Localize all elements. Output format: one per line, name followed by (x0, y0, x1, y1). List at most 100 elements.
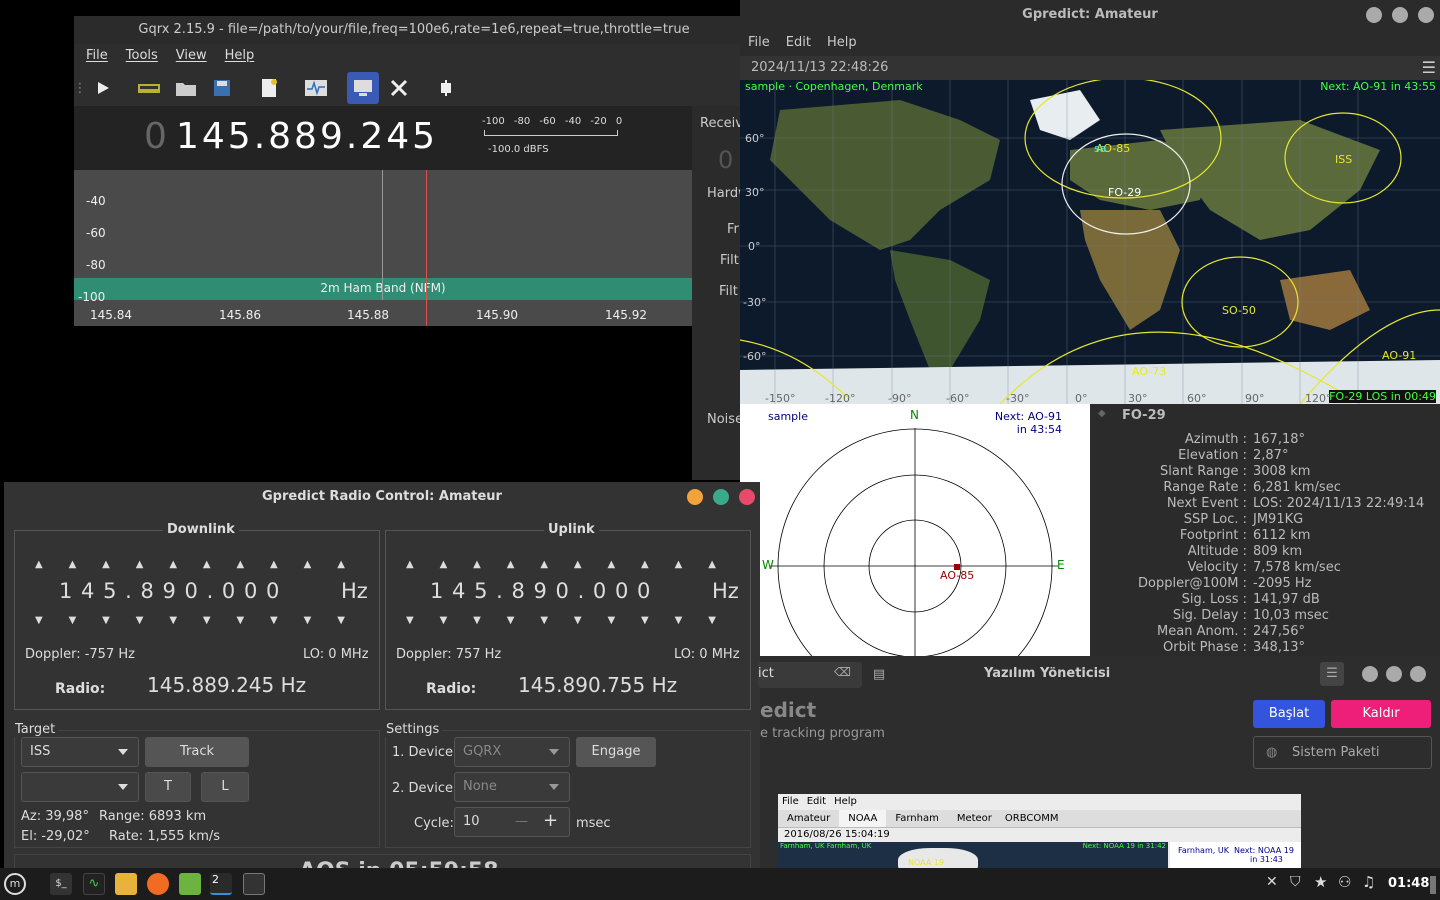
downlink-down-arrows[interactable]: ▼ ▼ ▼ ▼ ▼ ▼ ▼ ▼ ▼ ▼ (35, 615, 345, 626)
digit-up-icon[interactable]: ▲ (337, 559, 345, 570)
menu-tools[interactable]: Tools (126, 44, 158, 68)
menu-file[interactable]: File (748, 30, 770, 56)
bookmark-icon[interactable] (254, 73, 284, 103)
demod-marker[interactable] (426, 170, 427, 326)
digit-down-icon[interactable]: ▼ (507, 615, 515, 626)
polar-sat-label[interactable]: AO-85 (940, 569, 974, 582)
digit-up-icon[interactable]: ▲ (607, 559, 615, 570)
menu-edit[interactable]: Edit (786, 30, 811, 56)
cycle-spinner[interactable]: 10 — + (454, 807, 570, 837)
digit-down-icon[interactable]: ▼ (540, 615, 548, 626)
start-button[interactable]: Başlat (1253, 700, 1325, 728)
settings-tools-icon[interactable] (384, 73, 414, 103)
digit-up-icon[interactable]: ▲ (641, 559, 649, 570)
menu-view[interactable]: View (176, 44, 207, 68)
digit-down-icon[interactable]: ▼ (69, 615, 77, 626)
minimize-button[interactable] (1366, 7, 1382, 23)
digit-down-icon[interactable]: ▼ (236, 615, 244, 626)
spectrum-icon[interactable] (301, 73, 331, 103)
digit-down-icon[interactable]: ▼ (102, 615, 110, 626)
digit-up-icon[interactable]: ▲ (440, 559, 448, 570)
digit-down-icon[interactable]: ▼ (574, 615, 582, 626)
digit-down-icon[interactable]: ▼ (270, 615, 278, 626)
sat-label-ao73[interactable]: AO-73 (1132, 365, 1166, 378)
digit-down-icon[interactable]: ▼ (440, 615, 448, 626)
digit-down-icon[interactable]: ▼ (641, 615, 649, 626)
digit-up-icon[interactable]: ▲ (574, 559, 582, 570)
list-icon[interactable]: ▤ (866, 662, 892, 688)
close-button[interactable] (739, 489, 755, 505)
hamburger-menu-icon[interactable]: ☰ (1320, 662, 1344, 686)
digit-up-icon[interactable]: ▲ (203, 559, 211, 570)
spreadsheet-icon[interactable] (179, 873, 201, 895)
open-folder-icon[interactable] (171, 73, 201, 103)
menu-help[interactable]: Help (225, 44, 255, 68)
pass-select[interactable] (21, 772, 139, 802)
spectrum-plot[interactable]: -40 -60 -80 2m Ham Band (NFM) -100 145.8… (74, 170, 692, 326)
close-icon[interactable]: ✕ (1266, 874, 1278, 890)
digit-down-icon[interactable]: ▼ (675, 615, 683, 626)
firefox-icon[interactable] (147, 873, 169, 895)
menu-file[interactable]: File (86, 44, 108, 68)
clear-icon[interactable]: ⌫ (834, 665, 851, 679)
digit-up-icon[interactable]: ▲ (102, 559, 110, 570)
shield-icon[interactable]: ⛉ (1290, 874, 1301, 890)
workspace-icon[interactable]: 2 (210, 873, 232, 895)
save-icon[interactable] (207, 73, 237, 103)
minimize-button[interactable] (687, 489, 703, 505)
engage-button[interactable]: Engage (576, 737, 656, 767)
digit-up-icon[interactable]: ▲ (473, 559, 481, 570)
digit-down-icon[interactable]: ▼ (136, 615, 144, 626)
digit-down-icon[interactable]: ▼ (203, 615, 211, 626)
digit-down-icon[interactable]: ▼ (35, 615, 43, 626)
digit-down-icon[interactable]: ▼ (169, 615, 177, 626)
minimize-button[interactable] (1362, 666, 1378, 682)
digit-down-icon[interactable]: ▼ (607, 615, 615, 626)
uplink-up-arrows[interactable]: ▲ ▲ ▲ ▲ ▲ ▲ ▲ ▲ ▲ ▲ (406, 559, 716, 570)
frequency-value[interactable]: 145.889.245 (176, 116, 438, 157)
digit-up-icon[interactable]: ▲ (675, 559, 683, 570)
digit-down-icon[interactable]: ▼ (473, 615, 481, 626)
digit-up-icon[interactable]: ▲ (136, 559, 144, 570)
star-icon[interactable]: ★ (1314, 873, 1327, 891)
track-button[interactable]: Track (145, 737, 249, 767)
system-monitor-icon[interactable]: ∿ (83, 873, 105, 895)
frequency-display[interactable]: 0 145.889.245 -100 -80 -60 -40 -20 0 -10… (74, 106, 692, 170)
digit-up-icon[interactable]: ▲ (35, 559, 43, 570)
remote-control-icon[interactable] (347, 72, 379, 104)
music-icon[interactable]: ♫ (1362, 873, 1375, 891)
t-button[interactable]: T (145, 772, 191, 802)
maximize-button[interactable] (1392, 7, 1408, 23)
play-icon[interactable] (88, 73, 118, 103)
search-input[interactable]: ict ⌫ (758, 662, 862, 688)
digit-up-icon[interactable]: ▲ (540, 559, 548, 570)
collapse-icon[interactable]: ◆ (1098, 408, 1106, 419)
downlink-up-arrows[interactable]: ▲ ▲ ▲ ▲ ▲ ▲ ▲ ▲ ▲ ▲ (35, 559, 345, 570)
digit-down-icon[interactable]: ▼ (708, 615, 716, 626)
show-desktop-button[interactable] (1430, 876, 1436, 894)
sat-label-fo29[interactable]: FO-29 (1108, 186, 1141, 199)
world-map[interactable]: sample · Copenhagen, Denmark Next: AO-91… (740, 80, 1440, 404)
files-icon[interactable] (115, 873, 137, 895)
digit-up-icon[interactable]: ▲ (406, 559, 414, 570)
fullscreen-icon[interactable] (431, 73, 461, 103)
polar-view[interactable]: sample Next: AO-91 in 43:54 N E W AO-85 (740, 404, 1090, 656)
sat-label-ao91[interactable]: AO-91 (1382, 349, 1416, 362)
digit-down-icon[interactable]: ▼ (304, 615, 312, 626)
maximize-button[interactable] (713, 489, 729, 505)
menu-icon[interactable]: m (4, 873, 26, 895)
device-icon[interactable] (134, 73, 164, 103)
menu-help[interactable]: Help (827, 30, 857, 56)
close-button[interactable] (1410, 666, 1426, 682)
gqrx-icon[interactable] (243, 873, 265, 895)
digit-up-icon[interactable]: ▲ (708, 559, 716, 570)
digit-up-icon[interactable]: ▲ (270, 559, 278, 570)
target-sat-select[interactable]: ISS (21, 737, 139, 767)
decrement-icon[interactable]: — (515, 808, 528, 836)
terminal-icon[interactable]: $_ (50, 873, 72, 895)
downlink-frequency[interactable]: 1 4 5 . 8 9 0 . 0 0 0 (59, 579, 279, 603)
l-button[interactable]: L (201, 772, 249, 802)
device2-select[interactable]: None (454, 772, 570, 802)
hamburger-menu-icon[interactable]: ☰ (1422, 56, 1436, 80)
digit-up-icon[interactable]: ▲ (169, 559, 177, 570)
